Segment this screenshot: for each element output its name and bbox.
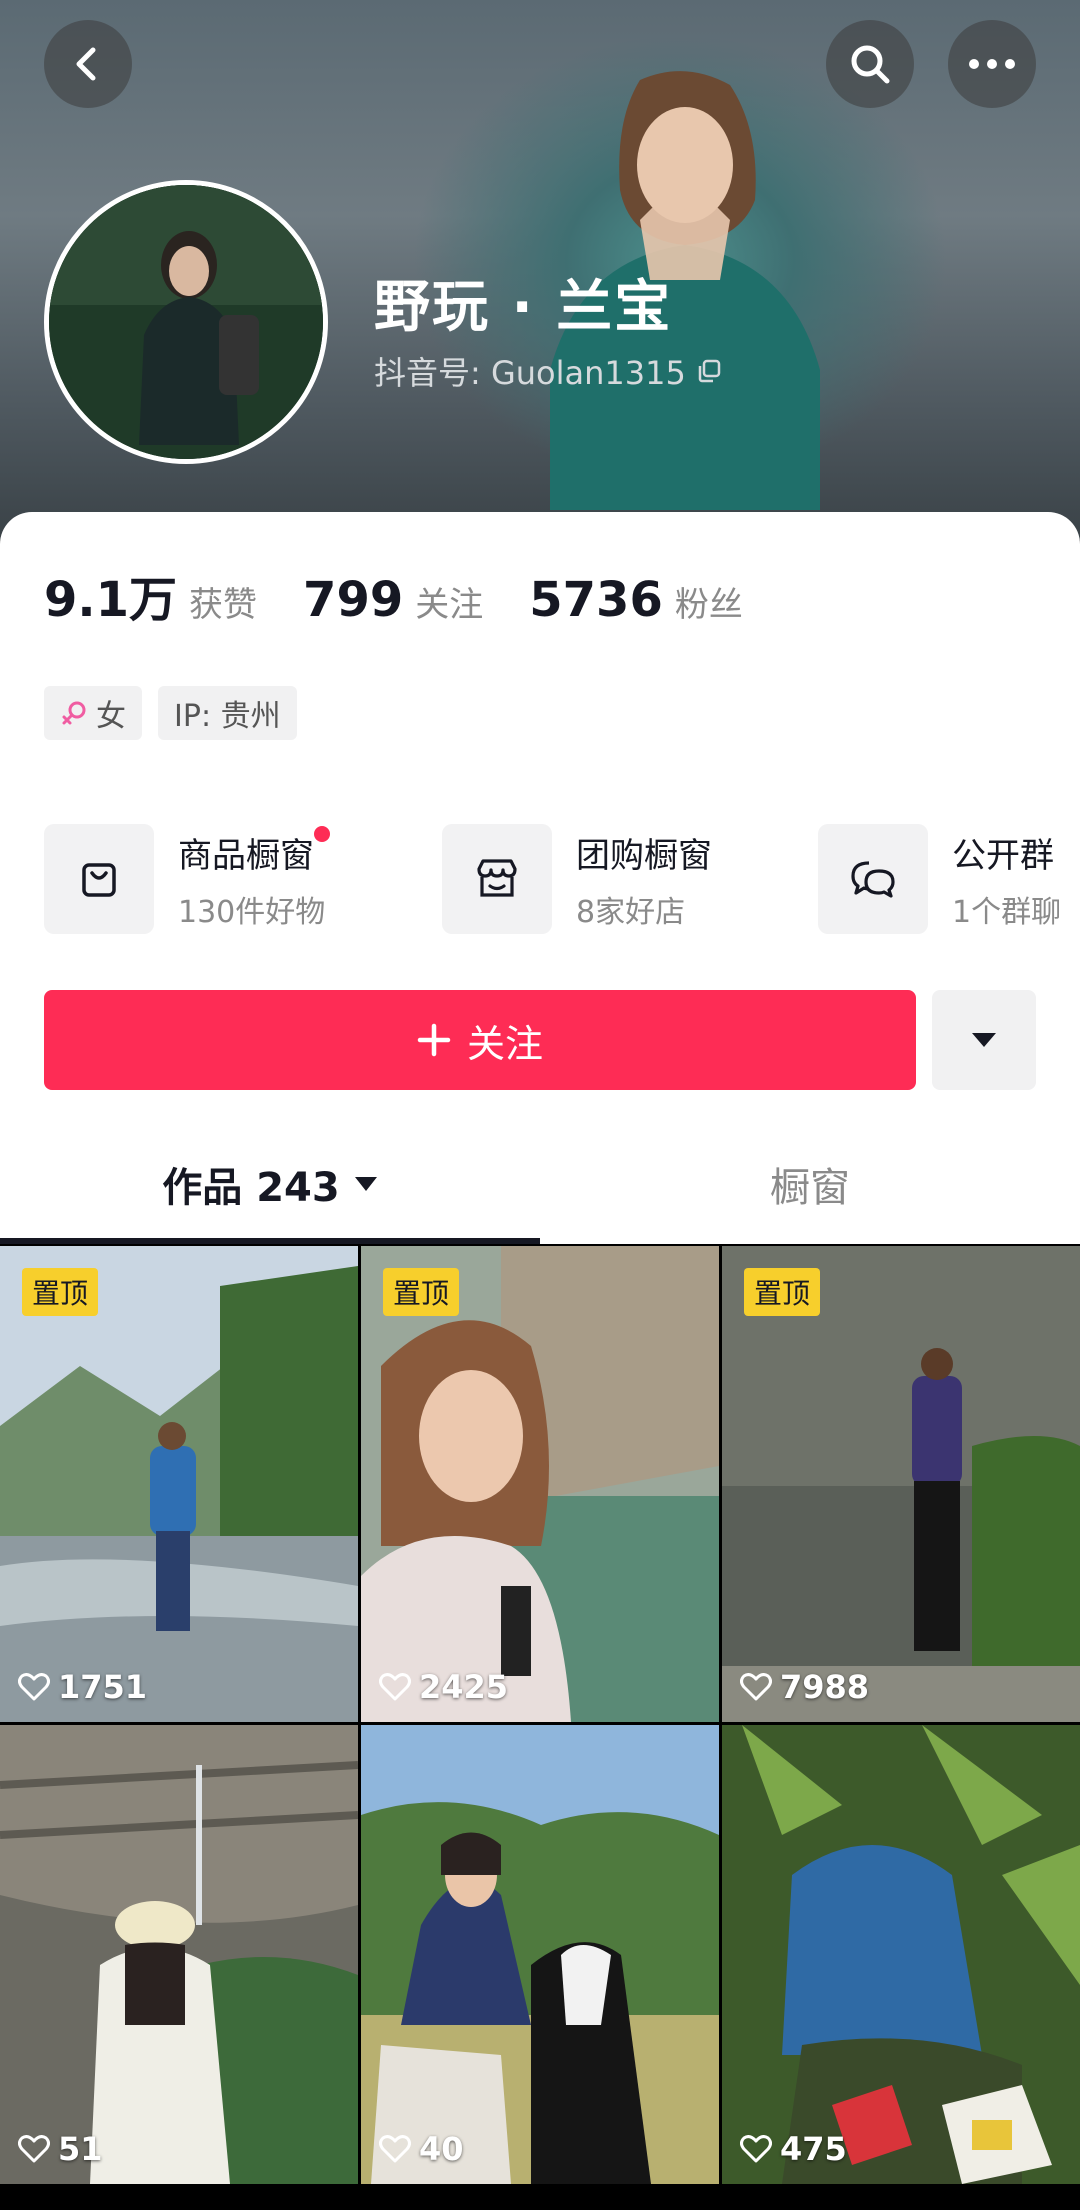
- like-count-value: 1751: [58, 1668, 148, 1706]
- stat-label: 粉丝: [674, 585, 743, 625]
- like-count-value: 7988: [780, 1668, 870, 1706]
- profile-card: 9.1万 获赞 799 关注 5736 粉丝 女 IP: 贵州 商品橱窗 130…: [0, 512, 1080, 1244]
- back-button[interactable]: [44, 20, 132, 108]
- shortcut-group-buy[interactable]: 团购橱窗 8家好店: [442, 824, 712, 934]
- shortcut-title: 团购橱窗: [576, 835, 712, 876]
- shortcut-icon-box: [442, 824, 552, 934]
- heart-icon: [740, 2135, 772, 2163]
- gender-tag: 女: [44, 686, 142, 740]
- chevron-left-icon: [76, 47, 96, 81]
- female-icon: [62, 701, 86, 725]
- like-count: 2425: [379, 1668, 508, 1706]
- ip-label: IP: 贵州: [174, 699, 281, 734]
- shortcut-icon-box: [818, 824, 928, 934]
- caret-down-icon: [354, 1177, 377, 1191]
- caret-down-icon: [972, 1033, 996, 1047]
- video-thumbnail[interactable]: 置顶 1751: [0, 1246, 358, 1722]
- stat-value: 9.1万: [44, 572, 178, 628]
- shortcut-public-group[interactable]: 公开群 1个群聊: [818, 824, 1061, 934]
- video-thumbnail[interactable]: 置顶 2425: [361, 1246, 719, 1722]
- shortcut-product-showcase[interactable]: 商品橱窗 130件好物: [44, 824, 330, 934]
- thumbnail-image: [722, 1246, 1080, 1722]
- tab-showcase-label: 橱窗: [770, 1165, 850, 1211]
- like-count-value: 475: [780, 2130, 847, 2168]
- shortcut-row: 商品橱窗 130件好物 团购橱窗 8家好店 公开群 1个群聊: [44, 824, 1080, 936]
- thumbnail-image: [0, 1246, 358, 1722]
- recommend-dropdown-button[interactable]: [932, 990, 1036, 1090]
- heart-icon: [379, 1673, 411, 1701]
- shortcut-subtitle: 1个群聊: [952, 894, 1062, 930]
- store-icon: [477, 859, 517, 897]
- like-count: 51: [18, 2130, 103, 2168]
- follow-button[interactable]: 关注: [44, 990, 916, 1090]
- video-thumbnail[interactable]: 475: [722, 1725, 1080, 2184]
- stat-label: 获赞: [189, 585, 258, 625]
- shortcut-subtitle: 8家好店: [576, 894, 686, 930]
- like-count: 40: [379, 2130, 464, 2168]
- video-thumbnail[interactable]: 40: [361, 1725, 719, 2184]
- thumbnail-image: [361, 1246, 719, 1722]
- thumbnail-image: [722, 1725, 1080, 2184]
- active-tab-indicator: [0, 1238, 540, 1244]
- tab-works-label: 作品 243: [162, 1165, 340, 1211]
- shortcut-title: 商品橱窗: [178, 835, 314, 876]
- plus-icon: [417, 1023, 451, 1057]
- shortcut-icon-box: [44, 824, 154, 934]
- avatar[interactable]: [44, 180, 328, 464]
- pinned-badge: 置顶: [22, 1268, 99, 1316]
- heart-icon: [379, 2135, 411, 2163]
- profile-tags: 女 IP: 贵州: [44, 686, 297, 740]
- shortcut-title: 公开群: [952, 835, 1054, 876]
- more-button[interactable]: [948, 20, 1036, 108]
- stat-following[interactable]: 799 关注: [303, 572, 483, 628]
- like-count-value: 2425: [419, 1668, 509, 1706]
- douyin-id[interactable]: 抖音号: Guolan1315: [374, 348, 722, 394]
- pinned-badge: 置顶: [383, 1268, 460, 1316]
- stat-value: 799: [303, 572, 404, 628]
- stat-label: 关注: [415, 585, 484, 625]
- stat-followers[interactable]: 5736 粉丝: [529, 572, 743, 628]
- like-count-value: 51: [58, 2130, 103, 2168]
- like-count: 475: [740, 2130, 847, 2168]
- tab-works[interactable]: 作品 243: [0, 1132, 540, 1236]
- like-count: 7988: [740, 1668, 869, 1706]
- like-count: 1751: [18, 1668, 147, 1706]
- heart-icon: [740, 1673, 772, 1701]
- heart-icon: [18, 2135, 50, 2163]
- notification-dot: [314, 825, 330, 842]
- search-icon: [851, 45, 890, 84]
- copy-icon[interactable]: [696, 358, 722, 384]
- like-count-value: 40: [419, 2130, 464, 2168]
- avatar-photo: [49, 185, 323, 459]
- profile-name: 野玩 · 兰宝: [374, 275, 673, 340]
- follow-label: 关注: [466, 1021, 543, 1066]
- heart-icon: [18, 1673, 50, 1701]
- stats-row: 9.1万 获赞 799 关注 5736 粉丝: [44, 560, 789, 630]
- content-tabs: 作品 243 橱窗: [0, 1132, 1080, 1244]
- shopping-bag-icon: [82, 863, 116, 897]
- stat-likes[interactable]: 9.1万 获赞: [44, 560, 257, 630]
- chat-bubbles-icon: [851, 861, 895, 898]
- search-button[interactable]: [826, 20, 914, 108]
- pinned-badge: 置顶: [744, 1268, 821, 1316]
- bottom-edge: [0, 2184, 1080, 2210]
- tab-showcase[interactable]: 橱窗: [540, 1132, 1080, 1236]
- video-thumbnail[interactable]: 置顶 7988: [722, 1246, 1080, 1722]
- more-dots-icon: [969, 59, 1015, 69]
- stat-value: 5736: [529, 572, 663, 628]
- ip-tag: IP: 贵州: [158, 686, 297, 740]
- gender-label: 女: [96, 699, 126, 734]
- shortcut-subtitle: 130件好物: [178, 894, 326, 930]
- douyin-id-text: 抖音号: Guolan1315: [374, 354, 686, 392]
- video-thumbnail[interactable]: 51: [0, 1725, 358, 2184]
- thumbnail-image: [0, 1725, 358, 2184]
- thumbnail-image: [361, 1725, 719, 2184]
